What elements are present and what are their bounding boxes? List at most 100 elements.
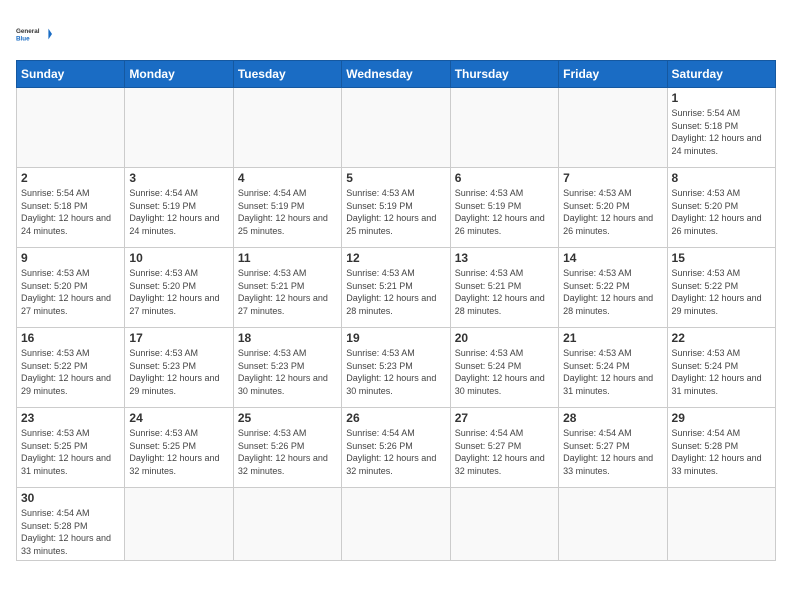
day-number: 27 — [455, 411, 554, 425]
calendar-cell: 22 Sunrise: 4:53 AM Sunset: 5:24 PM Dayli… — [667, 328, 775, 408]
day-info: Sunrise: 4:54 AM Sunset: 5:27 PM Dayligh… — [563, 427, 662, 477]
day-info: Sunrise: 4:53 AM Sunset: 5:24 PM Dayligh… — [563, 347, 662, 397]
calendar-cell — [233, 88, 341, 168]
calendar-cell — [125, 488, 233, 561]
calendar-cell: 6Sunrise: 4:53 AM Sunset: 5:19 PM Daylig… — [450, 168, 558, 248]
day-info: Sunrise: 4:53 AM Sunset: 5:22 PM Dayligh… — [672, 267, 771, 317]
day-info: Sunrise: 4:53 AM Sunset: 5:21 PM Dayligh… — [455, 267, 554, 317]
header-saturday: Saturday — [667, 61, 775, 88]
day-number: 26 — [346, 411, 445, 425]
day-number: 14 — [563, 251, 662, 265]
calendar-cell — [667, 488, 775, 561]
day-info: Sunrise: 5:54 AM Sunset: 5:18 PM Dayligh… — [672, 107, 771, 157]
logo-icon: General Blue — [16, 16, 52, 52]
day-info: Sunrise: 4:53 AM Sunset: 5:19 PM Dayligh… — [346, 187, 445, 237]
calendar-cell: 16Sunrise: 4:53 AM Sunset: 5:22 PM Dayli… — [17, 328, 125, 408]
calendar-cell: 26 Sunrise: 4:54 AM Sunset: 5:26 PM Dayli… — [342, 408, 450, 488]
calendar-cell: 14Sunrise: 4:53 AM Sunset: 5:22 PM Dayli… — [559, 248, 667, 328]
day-info: Sunrise: 4:53 AM Sunset: 5:21 PM Dayligh… — [238, 267, 337, 317]
day-info: Sunrise: 4:54 AM Sunset: 5:26 PM Dayligh… — [346, 427, 445, 477]
day-info: Sunrise: 4:54 AM Sunset: 5:27 PM Dayligh… — [455, 427, 554, 477]
header-sunday: Sunday — [17, 61, 125, 88]
day-info: Sunrise: 4:53 AM Sunset: 5:20 PM Dayligh… — [563, 187, 662, 237]
calendar-cell — [233, 488, 341, 561]
day-number: 6 — [455, 171, 554, 185]
calendar-cell — [342, 88, 450, 168]
calendar-cell: 12 Sunrise: 4:53 AM Sunset: 5:21 PM Dayli… — [342, 248, 450, 328]
day-number: 1 — [672, 91, 771, 105]
day-info: Sunrise: 4:54 AM Sunset: 5:28 PM Dayligh… — [672, 427, 771, 477]
day-number: 25 — [238, 411, 337, 425]
calendar-cell — [17, 88, 125, 168]
day-info: Sunrise: 4:53 AM Sunset: 5:26 PM Dayligh… — [238, 427, 337, 477]
day-number: 16 — [21, 331, 120, 345]
calendar-week-row: 9Sunrise: 4:53 AM Sunset: 5:20 PM Daylig… — [17, 248, 776, 328]
day-info: Sunrise: 4:53 AM Sunset: 5:23 PM Dayligh… — [238, 347, 337, 397]
day-info: Sunrise: 4:53 AM Sunset: 5:23 PM Dayligh… — [346, 347, 445, 397]
calendar-cell: 25 Sunrise: 4:53 AM Sunset: 5:26 PM Dayli… — [233, 408, 341, 488]
header-tuesday: Tuesday — [233, 61, 341, 88]
calendar-cell — [559, 488, 667, 561]
calendar-cell: 17 Sunrise: 4:53 AM Sunset: 5:23 PM Dayli… — [125, 328, 233, 408]
calendar-cell: 11 Sunrise: 4:53 AM Sunset: 5:21 PM Dayli… — [233, 248, 341, 328]
calendar-cell: 10Sunrise: 4:53 AM Sunset: 5:20 PM Dayli… — [125, 248, 233, 328]
calendar-week-row: 2 Sunrise: 5:54 AM Sunset: 5:18 PM Daylig… — [17, 168, 776, 248]
calendar-week-row: 16Sunrise: 4:53 AM Sunset: 5:22 PM Dayli… — [17, 328, 776, 408]
calendar-cell — [450, 88, 558, 168]
calendar-cell: 9Sunrise: 4:53 AM Sunset: 5:20 PM Daylig… — [17, 248, 125, 328]
day-info: Sunrise: 4:54 AM Sunset: 5:19 PM Dayligh… — [238, 187, 337, 237]
svg-text:Blue: Blue — [16, 35, 30, 42]
calendar-cell: 7Sunrise: 4:53 AM Sunset: 5:20 PM Daylig… — [559, 168, 667, 248]
day-info: Sunrise: 5:54 AM Sunset: 5:18 PM Dayligh… — [21, 187, 120, 237]
day-number: 19 — [346, 331, 445, 345]
logo: General Blue — [16, 16, 52, 52]
calendar-cell: 18 Sunrise: 4:53 AM Sunset: 5:23 PM Dayli… — [233, 328, 341, 408]
day-number: 2 — [21, 171, 120, 185]
day-info: Sunrise: 4:53 AM Sunset: 5:24 PM Dayligh… — [672, 347, 771, 397]
svg-text:General: General — [16, 28, 40, 35]
day-info: Sunrise: 4:54 AM Sunset: 5:19 PM Dayligh… — [129, 187, 228, 237]
day-info: Sunrise: 4:53 AM Sunset: 5:20 PM Dayligh… — [21, 267, 120, 317]
calendar-cell: 30Sunrise: 4:54 AM Sunset: 5:28 PM Dayli… — [17, 488, 125, 561]
day-number: 23 — [21, 411, 120, 425]
day-info: Sunrise: 4:53 AM Sunset: 5:23 PM Dayligh… — [129, 347, 228, 397]
calendar-cell: 2 Sunrise: 5:54 AM Sunset: 5:18 PM Daylig… — [17, 168, 125, 248]
calendar-cell: 24Sunrise: 4:53 AM Sunset: 5:25 PM Dayli… — [125, 408, 233, 488]
header-wednesday: Wednesday — [342, 61, 450, 88]
day-number: 17 — [129, 331, 228, 345]
header-thursday: Thursday — [450, 61, 558, 88]
calendar-cell: 13 Sunrise: 4:53 AM Sunset: 5:21 PM Dayli… — [450, 248, 558, 328]
header-monday: Monday — [125, 61, 233, 88]
day-number: 22 — [672, 331, 771, 345]
calendar-cell: 1 Sunrise: 5:54 AM Sunset: 5:18 PM Daylig… — [667, 88, 775, 168]
calendar-cell: 3 Sunrise: 4:54 AM Sunset: 5:19 PM Daylig… — [125, 168, 233, 248]
day-number: 21 — [563, 331, 662, 345]
calendar-table: SundayMondayTuesdayWednesdayThursdayFrid… — [16, 60, 776, 561]
calendar-cell: 23 Sunrise: 4:53 AM Sunset: 5:25 PM Dayli… — [17, 408, 125, 488]
day-number: 5 — [346, 171, 445, 185]
calendar-week-row: 30Sunrise: 4:54 AM Sunset: 5:28 PM Dayli… — [17, 488, 776, 561]
day-number: 18 — [238, 331, 337, 345]
calendar-cell: 5 Sunrise: 4:53 AM Sunset: 5:19 PM Daylig… — [342, 168, 450, 248]
calendar-cell — [125, 88, 233, 168]
day-number: 15 — [672, 251, 771, 265]
calendar-cell: 4Sunrise: 4:54 AM Sunset: 5:19 PM Daylig… — [233, 168, 341, 248]
day-info: Sunrise: 4:53 AM Sunset: 5:24 PM Dayligh… — [455, 347, 554, 397]
day-info: Sunrise: 4:53 AM Sunset: 5:21 PM Dayligh… — [346, 267, 445, 317]
day-number: 3 — [129, 171, 228, 185]
day-number: 20 — [455, 331, 554, 345]
calendar-cell: 15 Sunrise: 4:53 AM Sunset: 5:22 PM Dayli… — [667, 248, 775, 328]
calendar-cell: 29 Sunrise: 4:54 AM Sunset: 5:28 PM Dayli… — [667, 408, 775, 488]
calendar-cell — [450, 488, 558, 561]
day-number: 8 — [672, 171, 771, 185]
day-info: Sunrise: 4:53 AM Sunset: 5:20 PM Dayligh… — [129, 267, 228, 317]
day-number: 12 — [346, 251, 445, 265]
calendar-cell: 21 Sunrise: 4:53 AM Sunset: 5:24 PM Dayli… — [559, 328, 667, 408]
day-number: 29 — [672, 411, 771, 425]
day-info: Sunrise: 4:53 AM Sunset: 5:25 PM Dayligh… — [21, 427, 120, 477]
calendar-cell: 8Sunrise: 4:53 AM Sunset: 5:20 PM Daylig… — [667, 168, 775, 248]
day-number: 11 — [238, 251, 337, 265]
day-number: 24 — [129, 411, 228, 425]
day-number: 13 — [455, 251, 554, 265]
day-info: Sunrise: 4:54 AM Sunset: 5:28 PM Dayligh… — [21, 507, 120, 557]
